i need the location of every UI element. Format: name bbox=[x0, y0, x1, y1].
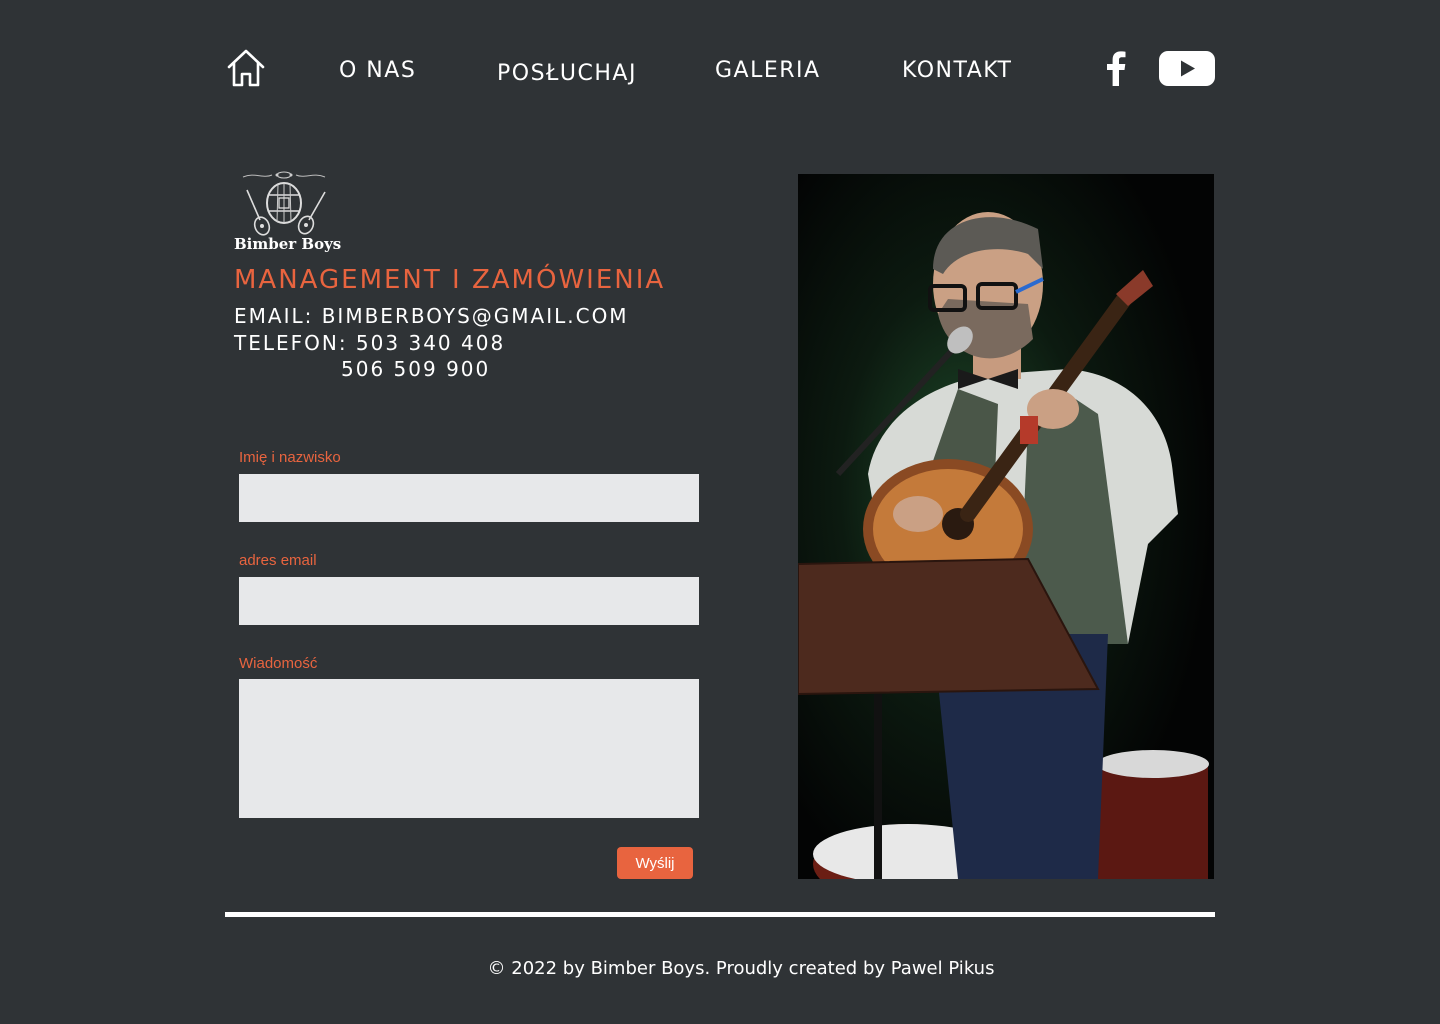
message-label: Wiadomość bbox=[239, 655, 318, 672]
page: O NAS POSŁUCHAJ GALERIA KONTAKT Bimber B… bbox=[0, 0, 1440, 1024]
email-label: adres email bbox=[239, 552, 317, 569]
submit-button[interactable]: Wyślij bbox=[617, 847, 693, 879]
nav-item-posluchaj[interactable]: POSŁUCHAJ bbox=[497, 61, 637, 86]
name-label: Imię i nazwisko bbox=[239, 449, 341, 466]
footer-divider bbox=[225, 912, 1215, 917]
name-field[interactable] bbox=[239, 474, 699, 522]
contact-email: EMAIL: BIMBERBOYS@GMAIL.COM bbox=[234, 304, 629, 328]
contact-phone-2: 506 509 900 bbox=[341, 357, 491, 381]
musician-photo bbox=[798, 174, 1214, 879]
facebook-icon[interactable] bbox=[1102, 50, 1128, 86]
contact-phone: TELEFON: 503 340 408 bbox=[234, 331, 506, 355]
nav-item-galeria[interactable]: GALERIA bbox=[715, 58, 821, 83]
footer-copyright: © 2022 by Bimber Boys. Proudly created b… bbox=[487, 958, 995, 979]
home-icon[interactable] bbox=[226, 48, 266, 88]
email-field[interactable] bbox=[239, 577, 699, 625]
message-field[interactable] bbox=[239, 679, 699, 818]
logo-text: Bimber Boys bbox=[234, 235, 342, 253]
nav-item-kontakt[interactable]: KONTAKT bbox=[902, 58, 1012, 83]
nav-item-o-nas[interactable]: O NAS bbox=[339, 58, 416, 83]
management-title: MANAGEMENT I ZAMÓWIENIA bbox=[234, 265, 666, 295]
youtube-icon[interactable] bbox=[1159, 51, 1215, 86]
